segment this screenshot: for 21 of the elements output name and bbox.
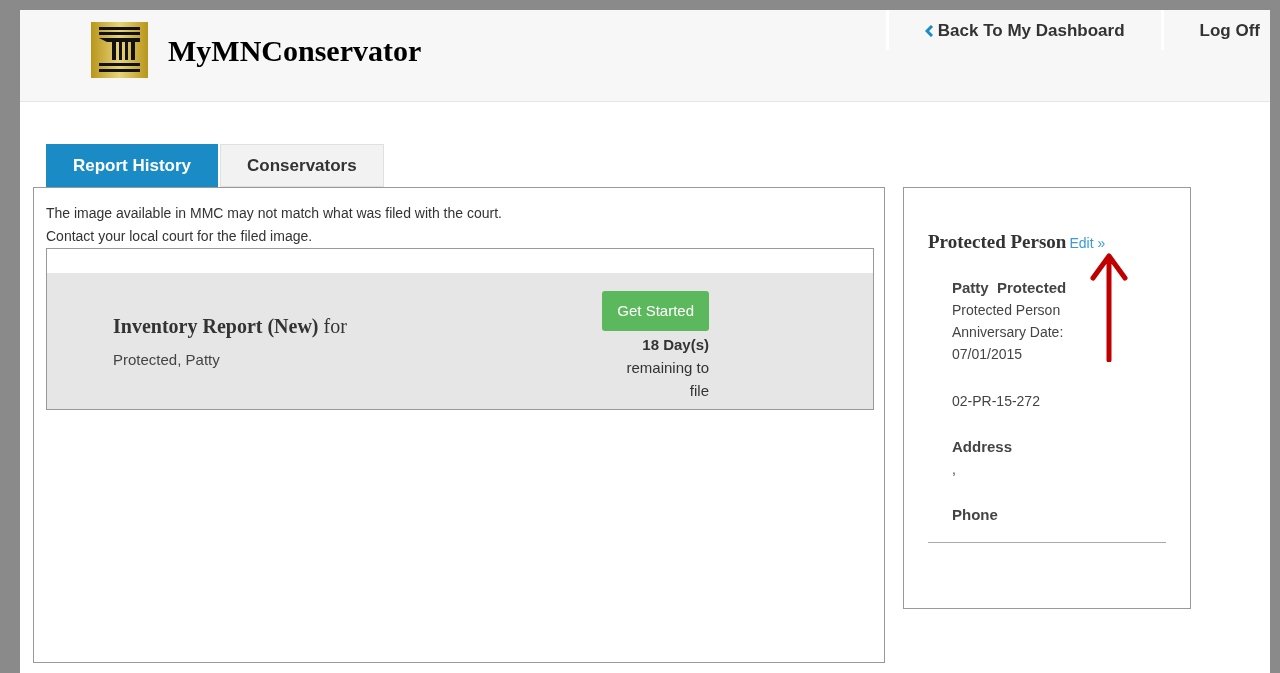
person-role: Protected Person (952, 300, 1062, 320)
panel-title: Protected Person (928, 230, 1067, 254)
address-label: Address (952, 436, 1014, 457)
report-title: Inventory Report (New) for (113, 314, 347, 340)
case-number: 02-PR-15-272 (952, 391, 1041, 411)
tab[interactable]: Report History (46, 144, 219, 187)
tab[interactable]: Conservators (220, 144, 384, 187)
person-name: Patty Protected (952, 277, 1068, 298)
chevron-left-icon (924, 25, 934, 37)
person-name: Protected, Patty (113, 350, 221, 370)
notice-text: The image available in MMC may not match what was filed with the court. (46, 204, 503, 223)
logoff-link[interactable]: Log Off (1160, 10, 1270, 50)
back-link[interactable]: Back To My Dashboard (885, 10, 1161, 50)
address-value: , (952, 459, 957, 479)
brand-title: MyMNConservator (168, 32, 422, 69)
phone-label: Phone (952, 504, 999, 525)
notice-text: Contact your local court for the filed image. (46, 227, 314, 246)
column-logo-icon (91, 22, 148, 78)
days-remaining: 18 Day(s) remaining to file (625, 335, 709, 401)
anniversary-date: 07/01/2015 (952, 344, 1024, 364)
anniversary-label: Anniversary Date: (952, 322, 1065, 342)
